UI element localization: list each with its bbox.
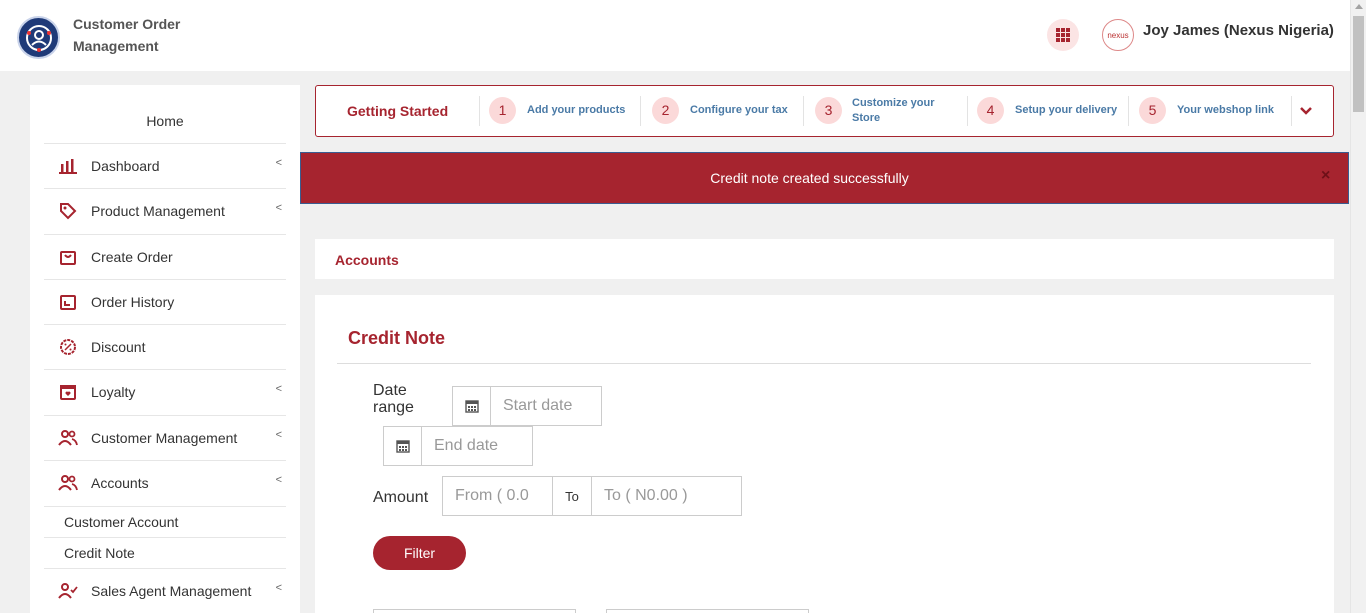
- user-avatar[interactable]: nexus: [1102, 19, 1134, 51]
- scroll-up-icon[interactable]: [1355, 4, 1363, 9]
- sidebar-item-home[interactable]: Home: [30, 113, 300, 129]
- step-number[interactable]: 2: [652, 97, 679, 124]
- bar-chart-icon: [58, 156, 78, 176]
- amount-range-group: To: [442, 476, 742, 516]
- divider: [803, 96, 804, 126]
- user-name[interactable]: Joy James (Nexus Nigeria): [1143, 22, 1334, 39]
- amount-label: Amount: [373, 489, 429, 506]
- sidebar-item-label: Create Order: [91, 249, 173, 265]
- apps-grid-icon: [1056, 28, 1070, 42]
- close-icon[interactable]: ×: [1321, 167, 1330, 185]
- sidebar-item-loyalty[interactable]: Loyalty <: [44, 369, 286, 414]
- chevron-down-icon[interactable]: [1298, 102, 1314, 118]
- sidebar: Home Dashboard < Product Management < Cr…: [30, 85, 300, 613]
- partial-field[interactable]: [606, 609, 809, 613]
- sidebar-item-label: Customer Management: [91, 430, 238, 446]
- chevron-left-icon: <: [275, 582, 282, 594]
- sidebar-subitem-credit-note[interactable]: Credit Note: [44, 537, 286, 568]
- date-range-label: Date range: [373, 382, 414, 416]
- sidebar-item-customer-management[interactable]: Customer Management <: [44, 415, 286, 460]
- tag-icon: [58, 201, 78, 221]
- step-configure-tax[interactable]: Configure your tax: [690, 103, 788, 118]
- sidebar-item-label: Accounts: [91, 475, 149, 491]
- app-logo[interactable]: [17, 16, 60, 59]
- amount-to-input[interactable]: [592, 477, 740, 515]
- apps-grid-button[interactable]: [1047, 19, 1079, 51]
- getting-started-title: Getting Started: [347, 103, 449, 119]
- calendar-icon[interactable]: [453, 387, 491, 425]
- scrollbar-thumb[interactable]: [1353, 16, 1364, 112]
- chevron-left-icon: <: [275, 157, 282, 169]
- users-icon: [58, 473, 78, 493]
- chevron-left-icon: <: [275, 202, 282, 214]
- accounts-header-panel: Accounts: [315, 239, 1334, 279]
- divider: [1128, 96, 1129, 126]
- user-logo-icon: [26, 25, 52, 52]
- alert-message: Credit note created successfully: [710, 170, 909, 186]
- page-scrollbar[interactable]: [1350, 0, 1366, 613]
- sidebar-item-label: Order History: [91, 294, 175, 310]
- users-icon: [58, 428, 78, 448]
- shopping-bag-icon: [58, 247, 78, 267]
- credit-note-panel: Credit Note Date range Amount To Filter: [315, 295, 1334, 613]
- divider: [479, 96, 480, 126]
- sidebar-item-sales-agent-management[interactable]: Sales Agent Management <: [44, 568, 286, 613]
- sidebar-item-label: Product Management: [91, 203, 225, 219]
- divider: [640, 96, 641, 126]
- discount-badge-icon: [58, 337, 78, 357]
- start-date-input[interactable]: [491, 387, 601, 425]
- chevron-left-icon: <: [275, 474, 282, 486]
- divider: [337, 363, 1311, 364]
- sidebar-item-discount[interactable]: Discount: [44, 324, 286, 369]
- start-date-group: [452, 386, 602, 426]
- calendar-icon[interactable]: [384, 427, 422, 465]
- sidebar-item-product-management[interactable]: Product Management <: [44, 188, 286, 233]
- sidebar-item-label: Dashboard: [91, 158, 160, 174]
- divider: [1291, 96, 1292, 126]
- success-alert: Credit note created successfully ×: [300, 152, 1349, 204]
- getting-started-bar: Getting Started 1 Add your products 2 Co…: [315, 85, 1334, 137]
- chevron-left-icon: <: [275, 429, 282, 441]
- end-date-group: [383, 426, 533, 466]
- loyalty-box-icon: [58, 382, 78, 402]
- top-header: Customer Order Management nexus Joy Jame…: [0, 0, 1350, 71]
- sidebar-subitem-customer-account[interactable]: Customer Account: [44, 506, 286, 537]
- app-title: Customer Order Management: [73, 16, 181, 54]
- chevron-left-icon: <: [275, 383, 282, 395]
- page-title: Accounts: [335, 252, 399, 268]
- divider: [967, 96, 968, 126]
- step-number[interactable]: 1: [489, 97, 516, 124]
- end-date-input[interactable]: [422, 427, 532, 465]
- sidebar-item-dashboard[interactable]: Dashboard <: [44, 143, 286, 188]
- sidebar-item-label: Loyalty: [91, 384, 136, 400]
- section-title: Credit Note: [348, 328, 446, 348]
- step-customize-store[interactable]: Customize your Store: [852, 96, 952, 126]
- sidebar-item-order-history[interactable]: Order History: [44, 279, 286, 324]
- sidebar-item-create-order[interactable]: Create Order: [44, 234, 286, 279]
- to-separator: To: [552, 477, 592, 515]
- sidebar-item-label: Discount: [91, 339, 146, 355]
- sidebar-item-label: Sales Agent Management: [91, 583, 252, 599]
- step-number[interactable]: 3: [815, 97, 842, 124]
- history-icon: [58, 292, 78, 312]
- step-number[interactable]: 5: [1139, 97, 1166, 124]
- partial-field[interactable]: [373, 609, 576, 613]
- amount-from-input[interactable]: [443, 477, 552, 515]
- user-check-icon: [58, 581, 78, 601]
- step-setup-delivery[interactable]: Setup your delivery: [1015, 103, 1117, 118]
- step-webshop-link[interactable]: Your webshop link: [1177, 103, 1274, 118]
- filter-button[interactable]: Filter: [373, 536, 466, 570]
- step-add-products[interactable]: Add your products: [527, 103, 625, 118]
- step-number[interactable]: 4: [977, 97, 1004, 124]
- sidebar-item-accounts[interactable]: Accounts <: [44, 460, 286, 505]
